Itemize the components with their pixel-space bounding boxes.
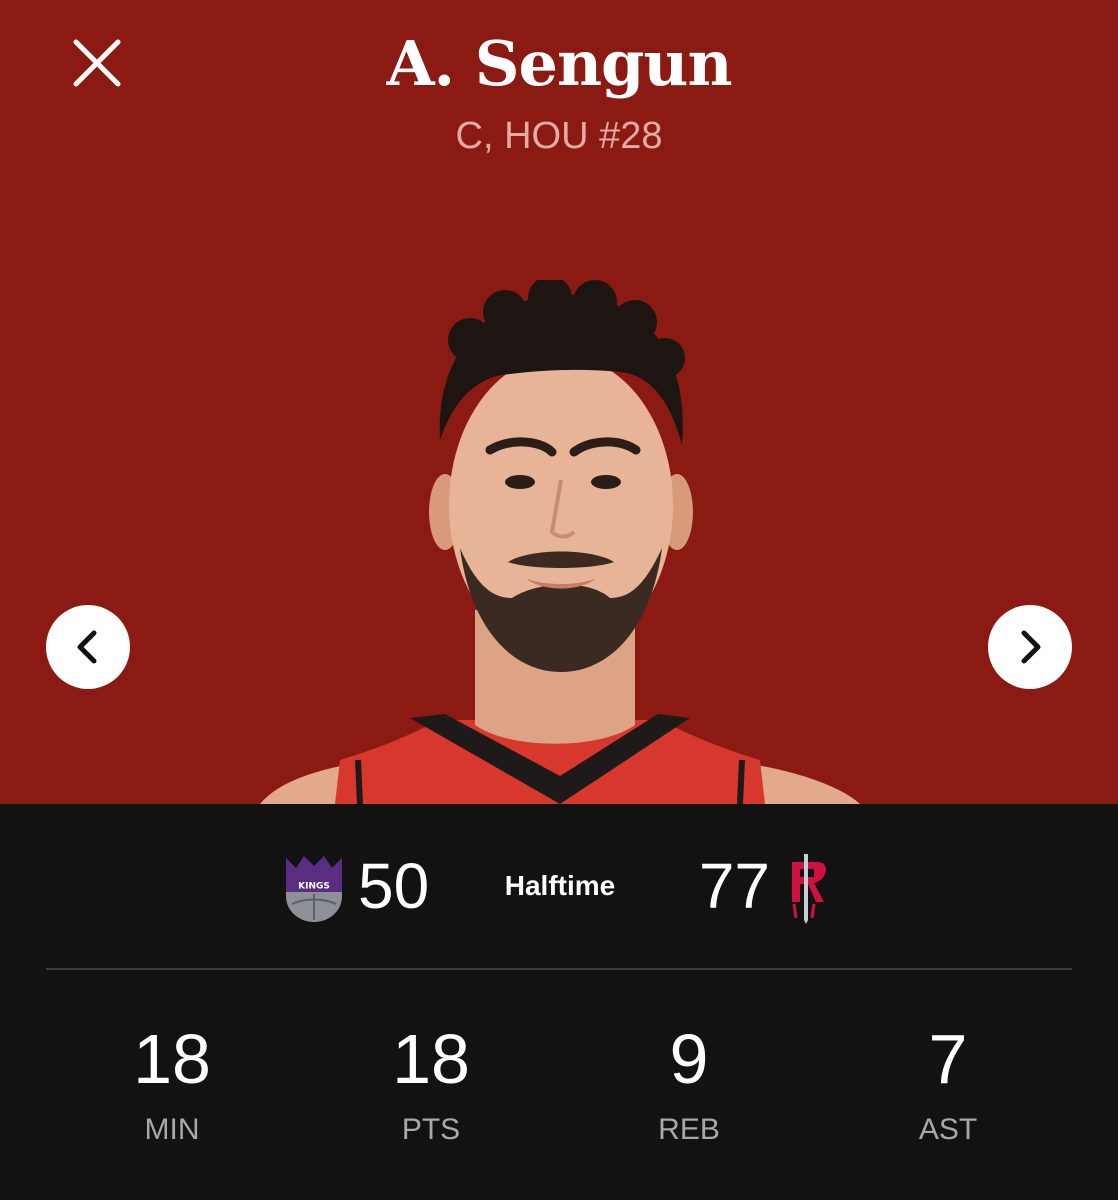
- game-status: Halftime: [504, 870, 616, 901]
- player-name: A. Sengun: [386, 27, 732, 100]
- previous-player-button[interactable]: [46, 605, 130, 689]
- sacramento-kings-logo: KINGS: [286, 856, 342, 922]
- game-stats-panel: KINGS 50 Halftime 77 18 MIN 18 PTS 9 REB…: [0, 804, 1118, 1200]
- away-score: 50: [358, 850, 430, 922]
- stat-pts: 18 PTS: [331, 1014, 531, 1150]
- stat-value: 18: [392, 1020, 470, 1098]
- stat-label: PTS: [401, 1113, 461, 1146]
- stat-min: 18 MIN: [72, 1014, 272, 1150]
- stat-reb: 9 REB: [589, 1014, 789, 1150]
- chevron-left-icon: [77, 630, 97, 664]
- stat-label: REB: [658, 1113, 720, 1146]
- home-score: 77: [698, 850, 770, 922]
- player-position-team-number: C, HOU #28: [455, 115, 663, 157]
- stat-value: 9: [669, 1020, 709, 1098]
- stat-value: 18: [133, 1020, 211, 1098]
- stat-ast: 7 AST: [848, 1014, 1048, 1150]
- chevron-right-icon: [1021, 630, 1041, 664]
- player-headshot: [260, 280, 860, 804]
- houston-rockets-logo: [792, 854, 826, 924]
- divider: [46, 968, 1072, 970]
- scoreboard: KINGS 50 Halftime 77: [0, 844, 1118, 934]
- svg-text:KINGS: KINGS: [298, 882, 330, 892]
- player-stat-line: 18 MIN 18 PTS 9 REB 7 AST: [0, 1014, 1118, 1174]
- stat-label: AST: [918, 1113, 978, 1146]
- player-hero: A. Sengun C, HOU #28: [0, 0, 1118, 804]
- stat-label: MIN: [144, 1113, 200, 1146]
- stat-value: 7: [928, 1020, 968, 1098]
- next-player-button[interactable]: [988, 605, 1072, 689]
